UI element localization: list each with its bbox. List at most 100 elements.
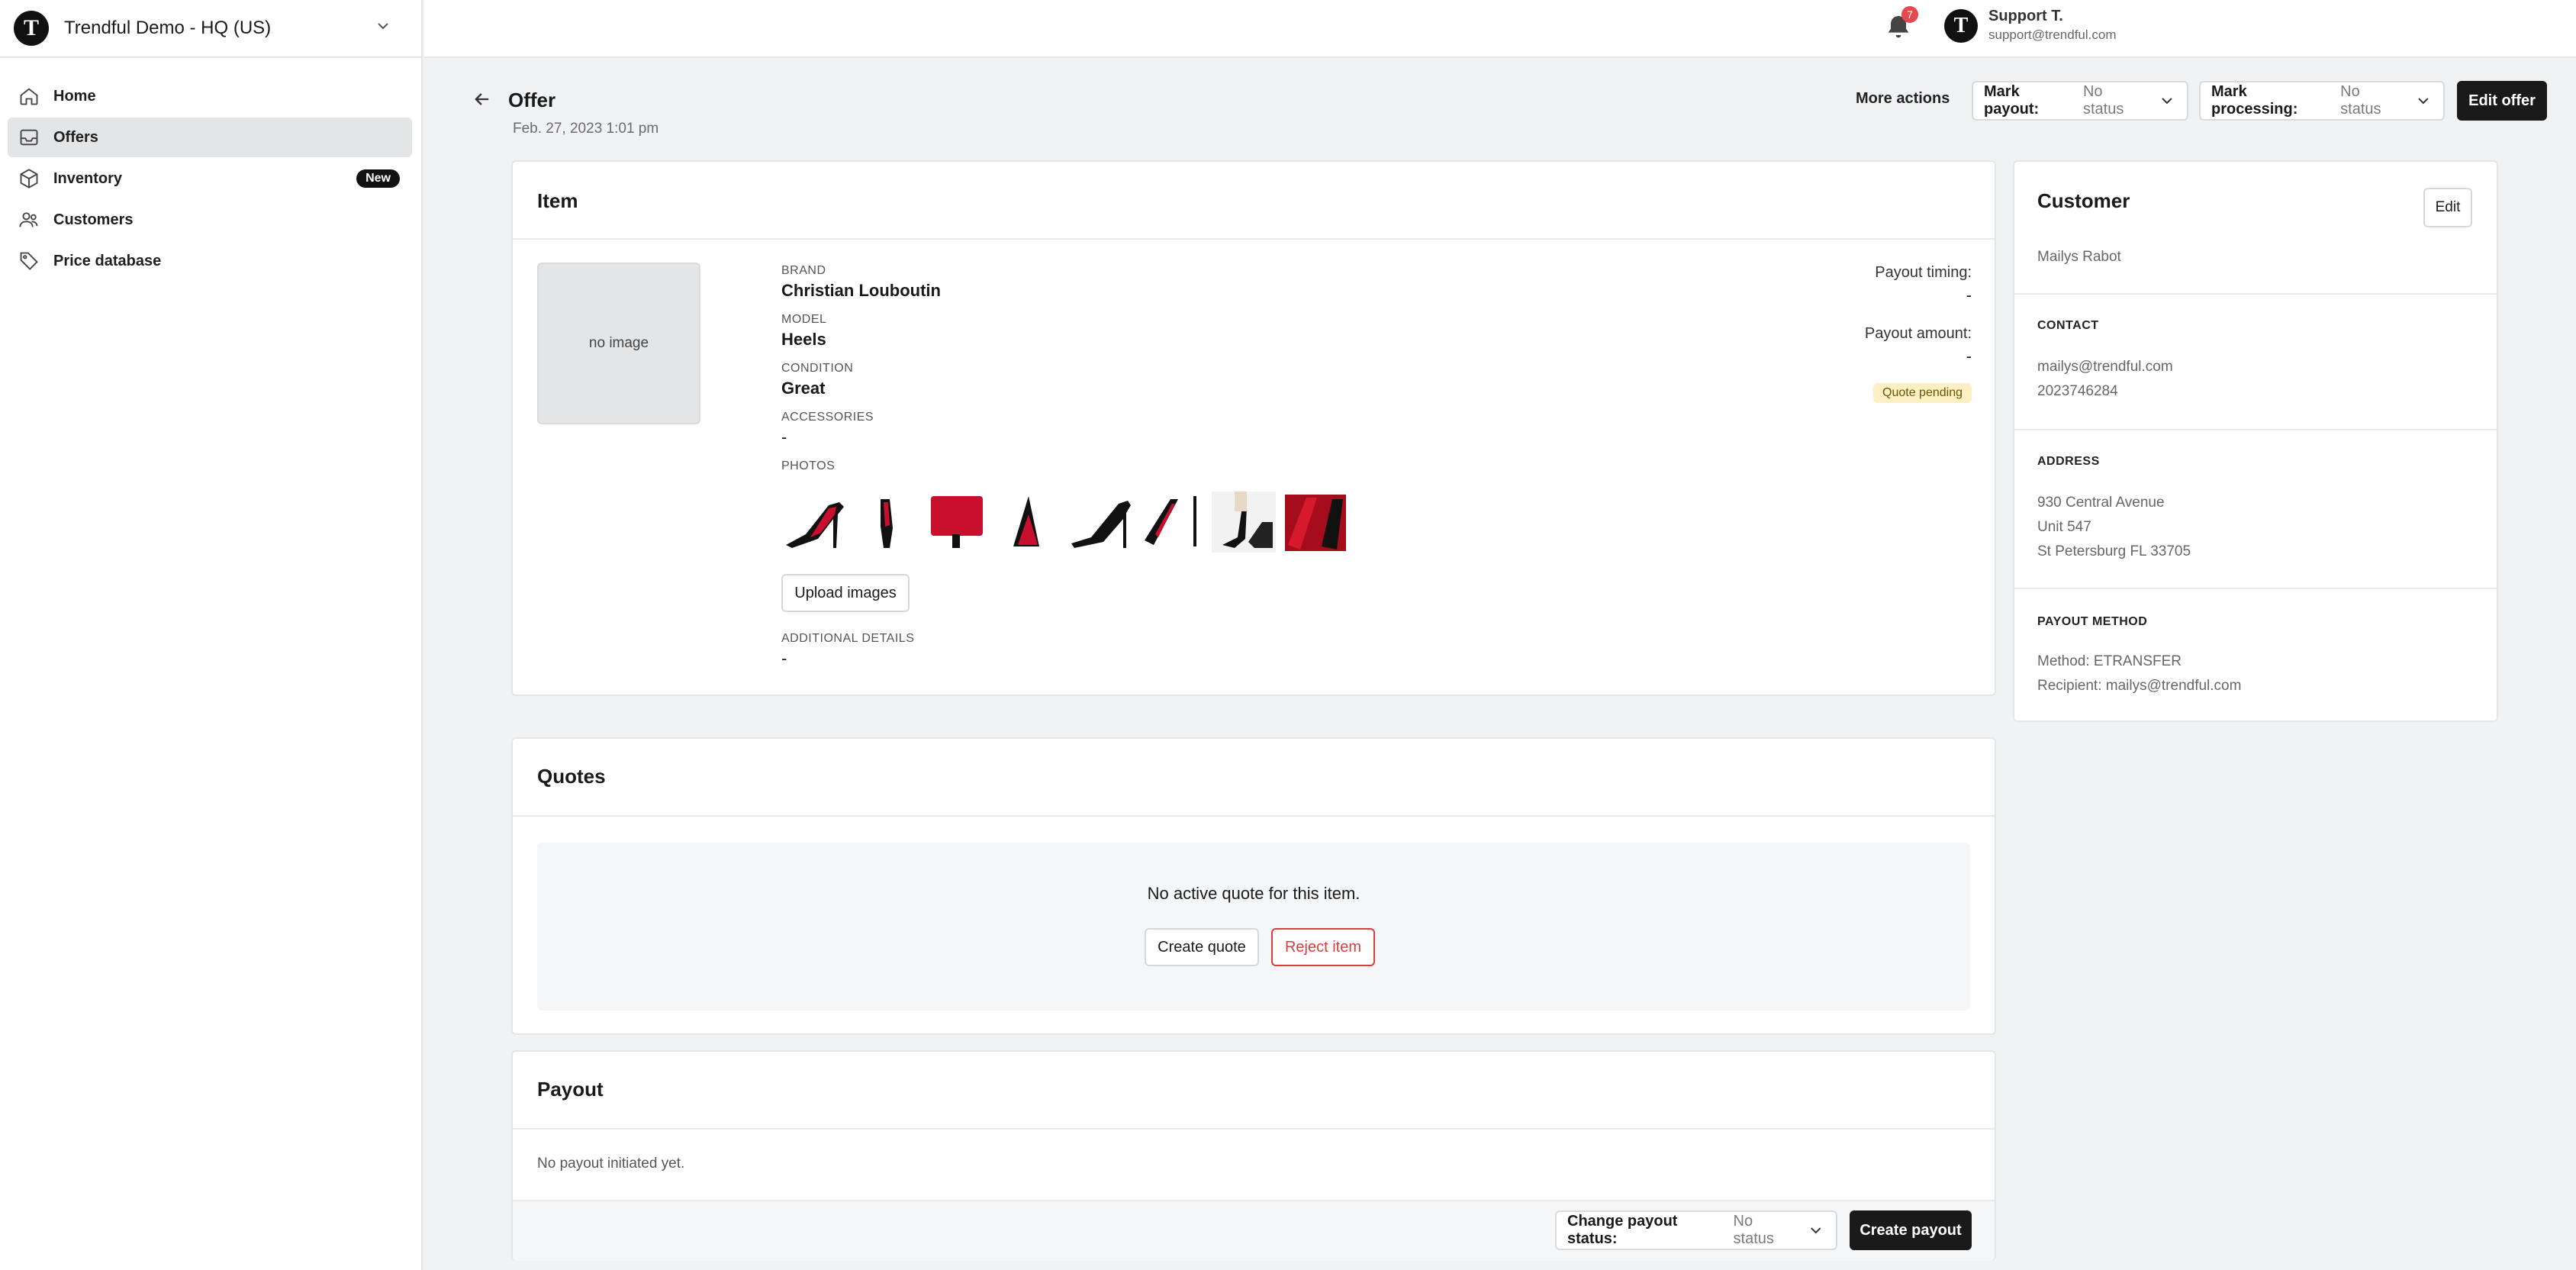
new-badge: New: [356, 169, 400, 188]
upload-images-button[interactable]: Upload images: [781, 574, 910, 612]
condition-label: CONDITION: [781, 362, 854, 375]
sidebar-item-home[interactable]: Home: [8, 76, 412, 116]
divider: [2014, 588, 2497, 589]
sidebar-item-label: Offers: [53, 128, 98, 146]
payout-amount-value: -: [1966, 347, 1972, 366]
change-payout-status-label: Change payout status:: [1567, 1213, 1678, 1247]
change-payout-status-value: No status: [1733, 1213, 1774, 1247]
photo-thumbnail[interactable]: [1283, 492, 1348, 553]
box-icon: [20, 169, 38, 189]
item-card-title: Item: [537, 189, 578, 212]
page-date: Feb. 27, 2023 1:01 pm: [513, 121, 659, 137]
chevron-down-icon[interactable]: [374, 17, 392, 35]
sidebar-item-label: Customers: [53, 211, 134, 228]
payout-timing-label: Payout timing:: [1875, 264, 1972, 281]
org-switcher[interactable]: T Trendful Demo - HQ (US): [0, 0, 421, 58]
chevron-down-icon: [2418, 98, 2429, 105]
user-email: support@trendful.com: [1988, 27, 2117, 42]
org-logo: T: [14, 11, 49, 46]
payout-card: Payout No payout initiated yet. Change p…: [511, 1050, 1996, 1261]
chevron-down-icon: [1811, 1227, 1821, 1234]
users-icon: [19, 212, 38, 227]
no-image-placeholder: no image: [537, 263, 700, 424]
mark-payout-label: Mark payout:: [1984, 83, 2040, 118]
photos-label: PHOTOS: [781, 459, 836, 472]
payout-amount-label: Payout amount:: [1864, 325, 1972, 342]
customer-phone: 2023746284: [2037, 383, 2118, 399]
sidebar-item-inventory[interactable]: Inventory New: [8, 159, 412, 198]
divider: [2014, 293, 2497, 295]
payout-recipient: Recipient: mailys@trendful.com: [2037, 678, 2242, 694]
sidebar-item-label: Inventory: [53, 169, 123, 187]
tag-icon: [20, 252, 38, 270]
model-label: MODEL: [781, 313, 827, 326]
photo-thumbnail[interactable]: [1212, 492, 1276, 553]
mark-processing-select[interactable]: Mark processing: No status: [2199, 81, 2445, 121]
contact-heading: CONTACT: [2037, 319, 2099, 332]
additional-details-label: ADDITIONAL DETAILS: [781, 632, 915, 645]
home-icon: [20, 88, 38, 105]
chevron-down-icon: [2162, 98, 2172, 105]
customer-card: Customer Edit Mailys Rabot CONTACT maily…: [2013, 160, 2498, 722]
status-badge: Quote pending: [1873, 383, 1972, 403]
org-name: Trendful Demo - HQ (US): [64, 18, 272, 38]
photo-thumbnail[interactable]: [925, 492, 989, 553]
mark-processing-value: No status: [2340, 83, 2381, 118]
address-line-2: Unit 547: [2037, 519, 2091, 535]
photo-thumbnail[interactable]: [1140, 492, 1204, 553]
sidebar-item-price-database[interactable]: Price database: [8, 241, 412, 281]
quotes-card: Quotes No active quote for this item. Cr…: [511, 737, 1996, 1035]
reject-item-button[interactable]: Reject item: [1271, 928, 1375, 966]
payout-method: Method: ETRANSFER: [2037, 653, 2182, 669]
back-arrow-icon[interactable]: [472, 89, 493, 110]
accessories-value: -: [781, 427, 787, 446]
address-heading: ADDRESS: [2037, 455, 2100, 468]
user-name: Support T.: [1988, 8, 2063, 24]
create-payout-button[interactable]: Create payout: [1850, 1210, 1972, 1250]
sidebar-item-label: Home: [53, 87, 96, 105]
address-line-1: 930 Central Avenue: [2037, 495, 2165, 511]
sidebar-item-label: Price database: [53, 252, 162, 269]
brand-label: BRAND: [781, 264, 826, 277]
mark-payout-value: No status: [2082, 83, 2124, 118]
avatar[interactable]: T: [1944, 9, 1978, 43]
divider: [513, 238, 1995, 240]
topbar: [424, 0, 2576, 58]
inbox-icon: [20, 129, 38, 146]
empty-payout-message: No payout initiated yet.: [537, 1156, 685, 1172]
condition-value: Great: [781, 379, 826, 398]
more-actions-button[interactable]: More actions: [1856, 90, 1950, 108]
payout-card-title: Payout: [537, 1078, 604, 1101]
photo-thumbnail[interactable]: [1070, 492, 1134, 553]
sidebar-item-customers[interactable]: Customers: [8, 200, 412, 240]
photo-thumbnail[interactable]: [853, 492, 917, 553]
item-card: Item no image BRAND Christian Louboutin …: [511, 160, 1996, 696]
quotes-card-title: Quotes: [537, 765, 606, 788]
sidebar-item-offers[interactable]: Offers: [8, 118, 412, 157]
change-payout-status-select[interactable]: Change payout status: No status: [1555, 1210, 1837, 1250]
model-value: Heels: [781, 330, 826, 349]
brand-value: Christian Louboutin: [781, 281, 941, 300]
mark-processing-label: Mark processing:: [2211, 83, 2298, 118]
divider: [513, 1128, 1995, 1130]
payout-timing-value: -: [1966, 285, 1972, 305]
customer-card-title: Customer: [2037, 189, 2130, 212]
photo-thumbnail[interactable]: [783, 492, 847, 553]
divider: [513, 815, 1995, 817]
photo-thumbnail[interactable]: [998, 492, 1062, 553]
additional-details-value: -: [781, 649, 787, 668]
edit-customer-button[interactable]: Edit: [2423, 188, 2472, 227]
edit-offer-button[interactable]: Edit offer: [2457, 81, 2547, 121]
notification-count: 7: [1901, 6, 1918, 23]
accessories-label: ACCESSORIES: [781, 411, 874, 424]
page-title: Offer: [508, 89, 556, 111]
sidebar-nav: Home Offers Inventory New Customers Pric…: [0, 58, 421, 281]
create-quote-button[interactable]: Create quote: [1145, 928, 1259, 966]
payout-method-heading: PAYOUT METHOD: [2037, 615, 2148, 628]
sidebar: T Trendful Demo - HQ (US) Home Offers In…: [0, 0, 423, 1270]
mark-payout-select[interactable]: Mark payout: No status: [1972, 81, 2188, 121]
address-line-3: St Petersburg FL 33705: [2037, 543, 2191, 559]
empty-quote-message: No active quote for this item.: [1147, 884, 1360, 903]
empty-quote-panel: No active quote for this item. Create qu…: [537, 843, 1970, 1011]
divider: [2014, 429, 2497, 430]
